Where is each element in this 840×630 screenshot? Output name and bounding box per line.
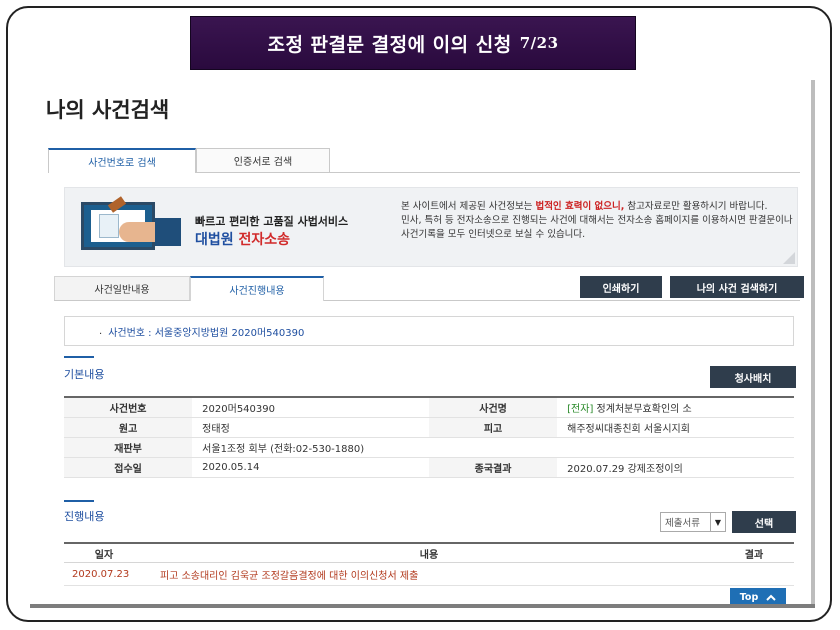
column-date: 일자 <box>64 543 144 563</box>
table-row: 재판부 서울1조정 회부 (전화:02-530-1880) <box>64 437 794 458</box>
print-button[interactable]: 인쇄하기 <box>580 276 662 298</box>
my-case-search-button[interactable]: 나의 사건 검색하기 <box>670 276 804 298</box>
banner-notice: 본 사이트에서 제공된 사건정보는 법적인 효력이 없으니, 참고자료로만 활용… <box>401 200 793 242</box>
screenshot-area: 나의 사건검색 사건번호로 검색 인증서로 검색 빠르고 편리한 고품질 사법서… <box>30 80 815 608</box>
claim-allocation-button[interactable]: 청사배치 <box>710 366 796 388</box>
row-date: 2020.07.23 <box>64 562 144 586</box>
page-title: 나의 사건검색 <box>46 98 170 122</box>
table-row: 2020.07.23 피고 소송대리인 김욱균 조정갈음결정에 대한 이의신청서… <box>64 562 794 586</box>
bullet-dot: . <box>99 325 103 337</box>
banner-corner-fold <box>783 252 795 264</box>
notice-text: 본 사이트에서 제공된 사건정보는 <box>401 201 536 212</box>
scrollbar-track <box>811 80 815 608</box>
value-case-name: 정계처분무효확인의 소 <box>596 404 692 415</box>
slide-title: 조정 판결문 결정에 이의 신청 7/23 <box>190 16 636 70</box>
notice-text-end: 참고자료로만 활용하시기 바랍니다. <box>624 201 768 212</box>
tab-search-by-certificate[interactable]: 인증서로 검색 <box>196 148 330 172</box>
label-case-name: 사건명 <box>428 397 558 418</box>
banner-tagline: 빠르고 편리한 고품질 사법서비스 <box>195 215 349 228</box>
value-case-number: 2020머540390 <box>192 397 429 418</box>
bottom-border <box>30 604 815 608</box>
table-row: 사건번호 2020머540390 사건명 [전자] 정계처분무효확인의 소 <box>64 397 794 418</box>
value-defendant: 해주정씨대종친회 서울시지회 <box>557 417 794 438</box>
section-bar <box>64 500 94 502</box>
column-result: 결과 <box>714 543 794 563</box>
table-header-row: 일자 내용 결과 <box>64 543 794 563</box>
filter-value: 제출서류 <box>665 518 700 529</box>
tab-case-general[interactable]: 사건일반내용 <box>54 276 190 300</box>
tab-case-progress[interactable]: 사건진행내용 <box>190 276 324 301</box>
chevron-up-icon <box>766 594 776 601</box>
banner-brand: 대법원 전자소송 <box>195 229 290 249</box>
label-defendant: 피고 <box>428 417 558 438</box>
case-number-line: 사건번호 : 서울중앙지방법원 2020머540390 <box>108 327 305 339</box>
basic-section-title: 기본내용 <box>64 368 105 381</box>
tab-search-by-case-number[interactable]: 사건번호로 검색 <box>48 148 196 173</box>
top-label: Top <box>739 591 759 603</box>
select-button[interactable]: 선택 <box>732 511 796 533</box>
slide-title-text: 조정 판결문 결정에 이의 신청 <box>267 33 512 56</box>
progress-section-title: 진행내용 <box>64 510 105 523</box>
basic-info-table: 사건번호 2020머540390 사건명 [전자] 정계처분무효확인의 소 원고… <box>64 396 794 478</box>
label-received-date: 접수일 <box>64 457 193 478</box>
value-final-result: 2020.07.29 강제조정이의 <box>557 457 794 478</box>
brand-supreme-court: 대법원 <box>195 232 234 248</box>
case-number-box: . 사건번호 : 서울중앙지방법원 2020머540390 <box>64 316 794 346</box>
label-final-result: 종국결과 <box>428 457 558 478</box>
table-row: 접수일 2020.05.14 종국결과 2020.07.29 강제조정이의 <box>64 457 794 478</box>
label-case-number: 사건번호 <box>64 397 193 418</box>
ecourt-banner[interactable]: 빠르고 편리한 고품질 사법서비스 대법원 전자소송 본 사이트에서 제공된 사… <box>64 187 798 267</box>
label-court-division: 재판부 <box>64 437 193 458</box>
value-court-division: 서울1조정 회부 (전화:02-530-1880) <box>192 437 794 458</box>
table-row: 원고 정태정 피고 해주정씨대종친회 서울시지회 <box>64 417 794 438</box>
row-content: 피고 소송대리인 김욱균 조정갈음결정에 대한 이의신청서 제출 <box>144 562 714 586</box>
section-bar <box>64 356 94 358</box>
chevron-down-icon: ▼ <box>710 513 725 531</box>
banner-illustration <box>65 188 181 266</box>
notice-highlight: 법적인 효력이 없으니, <box>535 201 625 212</box>
row-result <box>714 562 794 586</box>
search-tabs: 사건번호로 검색 인증서로 검색 <box>48 148 800 173</box>
brand-e-litigation: 전자소송 <box>238 232 291 248</box>
column-content: 내용 <box>144 543 714 563</box>
notice-line-2: 민사, 특허 등 전자소송으로 진행되는 사건에 대해서는 전자소송 홈페이지를… <box>401 215 793 240</box>
progress-table: 일자 내용 결과 2020.07.23 피고 소송대리인 김욱균 조정갈음결정에… <box>64 542 794 586</box>
slide-page-number: 7/23 <box>519 34 559 52</box>
electronic-tag: [전자] <box>567 404 594 415</box>
label-plaintiff: 원고 <box>64 417 193 438</box>
value-plaintiff: 정태정 <box>192 417 429 438</box>
document-filter-select[interactable]: 제출서류 ▼ <box>660 512 726 532</box>
value-received-date: 2020.05.14 <box>192 457 429 478</box>
